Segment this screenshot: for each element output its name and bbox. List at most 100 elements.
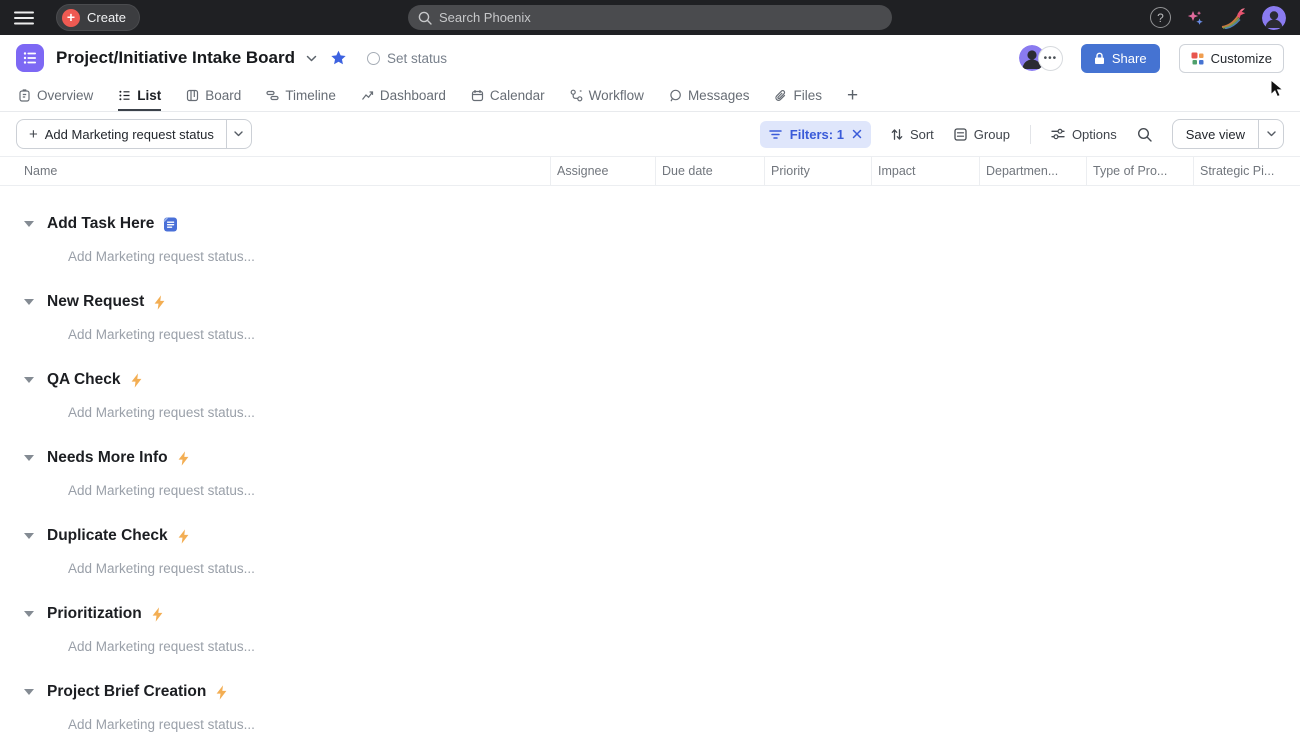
user-avatar[interactable]	[1262, 6, 1286, 30]
sort-button[interactable]: Sort	[891, 127, 934, 142]
list-toolbar: + Add Marketing request status Filters: …	[0, 112, 1300, 156]
create-button[interactable]: + Create	[56, 4, 140, 31]
help-label: ?	[1157, 11, 1164, 25]
add-task-row[interactable]: Add Marketing request status...	[68, 483, 1300, 498]
options-label: Options	[1072, 127, 1117, 142]
group-title[interactable]: Needs More Info	[47, 449, 168, 467]
phoenix-celebration-icon[interactable]	[1220, 6, 1247, 29]
title-dropdown-chevron-icon[interactable]	[306, 55, 317, 62]
more-members-button[interactable]: •••	[1038, 46, 1063, 71]
group-title[interactable]: Prioritization	[47, 605, 142, 623]
bolt-icon[interactable]	[215, 685, 228, 700]
add-status-dropdown-chevron[interactable]	[226, 119, 252, 149]
group-title[interactable]: Project Brief Creation	[47, 683, 206, 701]
search-tasks-icon[interactable]	[1137, 127, 1152, 142]
paperclip-icon	[774, 89, 787, 102]
tab-messages[interactable]: Messages	[669, 81, 750, 111]
collapse-chevron-icon[interactable]	[24, 455, 34, 461]
ellipsis-icon: •••	[1044, 53, 1058, 64]
add-task-row[interactable]: Add Marketing request status...	[68, 405, 1300, 420]
status-group: Duplicate Check Add Marketing request st…	[24, 522, 1300, 576]
tab-label: Board	[205, 88, 241, 103]
list-icon	[118, 89, 131, 102]
share-label: Share	[1112, 51, 1147, 66]
task-list: Add Task Here Add Marketing request stat…	[0, 210, 1300, 732]
chevron-down-icon	[234, 131, 243, 137]
group-header: Needs More Info	[24, 444, 1300, 472]
column-header-department[interactable]: Departmen...	[979, 157, 1086, 185]
add-task-row[interactable]: Add Marketing request status...	[68, 717, 1300, 732]
column-header-type-of-project[interactable]: Type of Pro...	[1086, 157, 1193, 185]
bolt-icon[interactable]	[151, 607, 164, 622]
tab-label: Files	[793, 88, 822, 103]
group-header: Duplicate Check	[24, 522, 1300, 550]
tab-calendar[interactable]: Calendar	[471, 81, 545, 111]
filter-icon	[769, 129, 782, 140]
save-view-button[interactable]: Save view	[1172, 119, 1259, 149]
tab-workflow[interactable]: Workflow	[570, 81, 644, 111]
options-button[interactable]: Options	[1051, 127, 1117, 142]
toolbar-divider	[1030, 125, 1031, 144]
tab-timeline[interactable]: Timeline	[266, 81, 336, 111]
set-status-button[interactable]: Set status	[367, 51, 447, 66]
tab-files[interactable]: Files	[774, 81, 822, 111]
tab-list[interactable]: List	[118, 81, 161, 111]
tab-overview[interactable]: Overview	[18, 81, 93, 111]
favorite-star-icon[interactable]	[330, 50, 347, 66]
group-header: Project Brief Creation	[24, 678, 1300, 706]
group-icon	[954, 128, 967, 141]
filters-label: Filters: 1	[790, 127, 844, 142]
group-title[interactable]: QA Check	[47, 371, 121, 389]
group-title[interactable]: New Request	[47, 293, 144, 311]
add-marketing-request-status-button[interactable]: + Add Marketing request status	[16, 119, 227, 149]
column-header-name[interactable]: Name	[0, 157, 550, 185]
group-header: QA Check	[24, 366, 1300, 394]
column-header-assignee[interactable]: Assignee	[550, 157, 655, 185]
status-group: Needs More Info Add Marketing request st…	[24, 444, 1300, 498]
sort-label: Sort	[910, 127, 934, 142]
ai-sparkles-icon[interactable]	[1186, 9, 1205, 27]
column-header-strategic-pillar[interactable]: Strategic Pi...	[1193, 157, 1300, 185]
add-view-button[interactable]: +	[847, 81, 858, 111]
customize-button[interactable]: Customize	[1179, 44, 1284, 73]
bolt-icon[interactable]	[177, 529, 190, 544]
collapse-chevron-icon[interactable]	[24, 299, 34, 305]
tab-board[interactable]: Board	[186, 81, 241, 111]
search-input[interactable]: Search Phoenix	[408, 5, 892, 30]
column-header-impact[interactable]: Impact	[871, 157, 979, 185]
add-task-row[interactable]: Add Marketing request status...	[68, 561, 1300, 576]
share-button[interactable]: Share	[1081, 44, 1160, 73]
group-header: New Request	[24, 288, 1300, 316]
collapse-chevron-icon[interactable]	[24, 689, 34, 695]
tab-label: Calendar	[490, 88, 545, 103]
column-header-priority[interactable]: Priority	[764, 157, 871, 185]
hamburger-menu-icon[interactable]	[14, 10, 36, 26]
project-list-icon[interactable]	[16, 44, 44, 72]
save-view-dropdown-chevron[interactable]	[1258, 119, 1284, 149]
add-task-row[interactable]: Add Marketing request status...	[68, 327, 1300, 342]
bolt-icon[interactable]	[130, 373, 143, 388]
help-button[interactable]: ?	[1150, 7, 1171, 28]
group-button[interactable]: Group	[954, 127, 1010, 142]
group-header: Prioritization	[24, 600, 1300, 628]
tab-dashboard[interactable]: Dashboard	[361, 81, 446, 111]
bolt-icon[interactable]	[177, 451, 190, 466]
customize-grid-icon	[1191, 52, 1204, 65]
clear-filters-icon[interactable]	[852, 129, 862, 139]
sort-icon	[891, 128, 903, 141]
document-icon[interactable]	[163, 217, 178, 232]
group-title[interactable]: Duplicate Check	[47, 527, 168, 545]
column-header-due-date[interactable]: Due date	[655, 157, 764, 185]
column-header-row: Name Assignee Due date Priority Impact D…	[0, 156, 1300, 186]
add-task-row[interactable]: Add Marketing request status...	[68, 249, 1300, 264]
add-task-row[interactable]: Add Marketing request status...	[68, 639, 1300, 654]
bolt-icon[interactable]	[153, 295, 166, 310]
collapse-chevron-icon[interactable]	[24, 221, 34, 227]
page-title: Project/Initiative Intake Board	[56, 48, 295, 68]
filters-chip[interactable]: Filters: 1	[760, 121, 871, 148]
group-title[interactable]: Add Task Here	[47, 215, 154, 233]
collapse-chevron-icon[interactable]	[24, 377, 34, 383]
collapse-chevron-icon[interactable]	[24, 611, 34, 617]
collapse-chevron-icon[interactable]	[24, 533, 34, 539]
status-group: Project Brief Creation Add Marketing req…	[24, 678, 1300, 732]
